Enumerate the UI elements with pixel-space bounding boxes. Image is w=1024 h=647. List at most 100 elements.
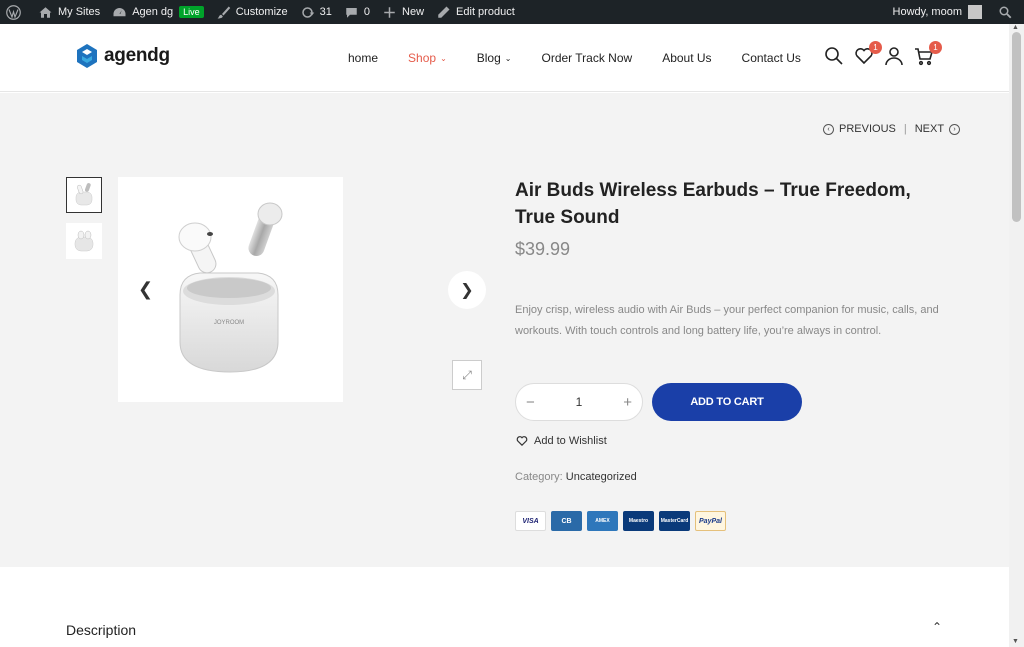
paypal-icon: PayPal (695, 511, 726, 531)
mastercard-icon: MasterCard (659, 511, 690, 531)
product-title: Air Buds Wireless Earbuds – True Freedom… (515, 180, 911, 228)
live-badge: Live (179, 6, 204, 18)
header-search-button[interactable] (824, 46, 846, 68)
chevron-right-icon: › (949, 123, 961, 135)
gallery-prev-button[interactable]: ❮ (138, 279, 153, 300)
add-to-cart-button[interactable]: ADD TO CART (652, 383, 802, 421)
brush-icon (217, 6, 230, 18)
page-scrollbar[interactable]: ▲ ▼ (1009, 24, 1024, 647)
nav-order-track-label: Order Track Now (541, 51, 633, 65)
amex-label: AMEX (595, 518, 610, 524)
header-cart-button[interactable]: 1 (914, 41, 942, 68)
comments-link[interactable]: 0 (338, 0, 376, 24)
gallery-zoom-button[interactable]: ⤢ (452, 360, 482, 390)
header-wishlist-button[interactable]: 1 (854, 41, 882, 68)
howdy-label: Howdy, moom (892, 6, 962, 18)
edit-product-link[interactable]: Edit product (430, 0, 521, 24)
site-name-label: Agen dg (132, 6, 174, 18)
cb-label: CB (561, 517, 572, 525)
product-short-description: Enjoy crisp, wireless audio with Air Bud… (515, 304, 939, 337)
gallery-thumbnail-1[interactable] (66, 177, 102, 213)
site-name-menu[interactable]: Agen dg Live (106, 0, 210, 24)
nav-blog[interactable]: Blog ⌄ (477, 51, 512, 65)
pagination-divider: | (903, 123, 907, 135)
gallery-next-button[interactable]: ❯ (448, 271, 486, 309)
wordpress-icon (6, 4, 21, 20)
quantity-decrease-button[interactable]: − (526, 394, 535, 411)
header-account-button[interactable] (884, 46, 906, 68)
heart-icon (516, 436, 528, 447)
new-content-menu[interactable]: New (376, 0, 430, 24)
scrollbar-thumb[interactable] (1012, 32, 1021, 222)
earbuds-thumbnail-image (75, 183, 93, 206)
quantity-input[interactable]: 1 (576, 395, 583, 409)
category-link[interactable]: Uncategorized (566, 471, 637, 483)
my-sites-label: My Sites (58, 6, 101, 18)
expand-icon: ⤢ (462, 367, 472, 382)
refresh-icon (301, 6, 314, 18)
comments-count: 0 (363, 6, 371, 18)
add-to-wishlist-label: Add to Wishlist (534, 435, 607, 447)
gallery-thumbnail-2[interactable] (66, 223, 102, 259)
nav-about-label: About Us (662, 51, 712, 65)
quantity-stepper: − 1 + (515, 383, 643, 421)
logo-mark-icon (77, 44, 97, 68)
site-header: agendg home Shop ⌄ Blog ⌄ Order Track Now … (0, 24, 1009, 92)
nav-about[interactable]: About Us (662, 51, 711, 65)
customize-link[interactable]: Customize (210, 0, 294, 24)
add-to-wishlist-link[interactable]: Add to Wishlist (516, 435, 607, 447)
comment-icon (346, 7, 357, 18)
admin-search-button[interactable] (992, 0, 1024, 24)
earbuds-thumbnail-image (74, 230, 94, 252)
chevron-down-icon: ⌄ (504, 53, 512, 63)
product-section: ‹ PREVIOUS | NEXT › JOYROOM ❮ ❯ ⤢ Air Bu… (0, 93, 1009, 567)
chevron-left-icon: ❮ (138, 279, 154, 299)
payment-methods: VISA CB AMEX Maestro MasterCard PayPal (515, 511, 731, 531)
visa-icon: VISA (515, 511, 546, 531)
customize-label: Customize (235, 6, 288, 18)
search-icon (999, 6, 1012, 18)
search-icon (825, 47, 843, 65)
updates-link[interactable]: 31 (294, 0, 338, 24)
nav-home-label: home (348, 51, 379, 65)
description-tab-title[interactable]: Description (66, 622, 136, 638)
paypal-label: PayPal (699, 517, 722, 525)
wordpress-logo-menu[interactable] (0, 0, 32, 24)
visa-label: VISA (522, 517, 539, 525)
product-price: $39.99 (515, 239, 571, 259)
user-icon (885, 47, 903, 66)
cb-card-icon: CB (551, 511, 582, 531)
avatar (968, 5, 982, 19)
main-navigation: home Shop ⌄ Blog ⌄ Order Track Now About U… (348, 24, 831, 92)
pencil-icon (438, 6, 450, 18)
previous-product-link[interactable]: PREVIOUS (839, 123, 896, 135)
scroll-down-arrow-icon[interactable]: ▼ (1012, 638, 1019, 645)
chevron-up-icon[interactable]: ⌃ (932, 620, 942, 634)
updates-count: 31 (319, 6, 332, 18)
wishlist-count-badge: 1 (869, 41, 882, 54)
quantity-increase-button[interactable]: + (623, 394, 632, 411)
site-logo[interactable]: agendg (75, 43, 170, 69)
amex-icon: AMEX (587, 511, 618, 531)
next-product-link[interactable]: NEXT (915, 123, 944, 135)
nav-home[interactable]: home (348, 51, 378, 65)
new-label: New (402, 6, 425, 18)
my-sites-menu[interactable]: My Sites (32, 0, 106, 24)
logo-text: agendg (104, 45, 170, 66)
nav-contact[interactable]: Contact Us (742, 51, 801, 65)
maestro-icon: Maestro (623, 511, 654, 531)
nav-contact-label: Contact Us (741, 51, 801, 65)
edit-product-label: Edit product (456, 6, 515, 18)
dashboard-icon (113, 7, 126, 16)
cart-count-badge: 1 (929, 41, 942, 54)
account-menu[interactable]: Howdy, moom (887, 0, 992, 24)
product-pagination: ‹ PREVIOUS | NEXT › (818, 123, 965, 135)
nav-blog-label: Blog (476, 51, 501, 65)
plus-icon (384, 6, 395, 18)
chevron-left-icon: ‹ (823, 123, 834, 135)
chevron-right-icon: ❯ (460, 282, 474, 299)
nav-order-track[interactable]: Order Track Now (542, 51, 633, 65)
nav-shop[interactable]: Shop ⌄ (408, 51, 447, 65)
scroll-up-arrow-icon[interactable]: ▲ (1012, 24, 1019, 31)
case-brand-text: JOYROOM (214, 320, 244, 326)
